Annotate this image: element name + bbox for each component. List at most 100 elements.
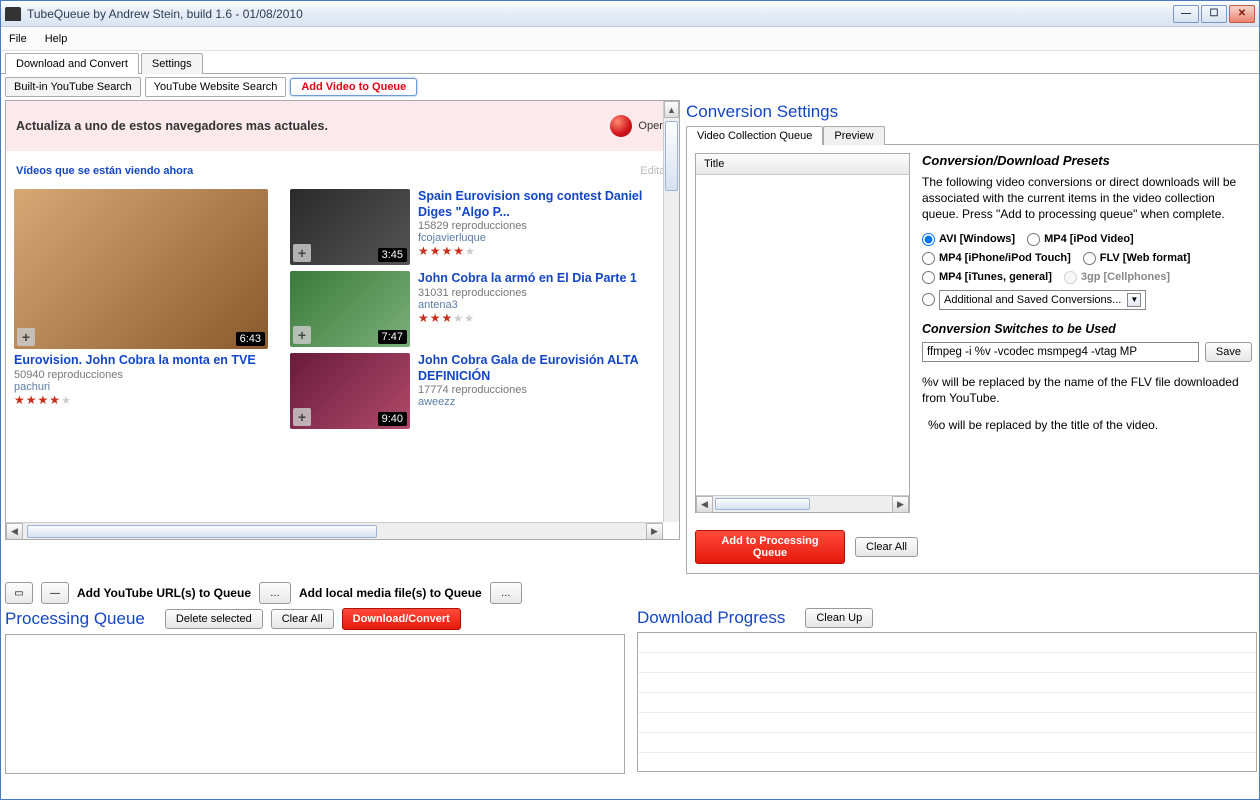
add-video-to-queue-button[interactable]: Add Video to Queue xyxy=(290,78,417,96)
search-tabs-row: Built-in YouTube Search YouTube Website … xyxy=(1,74,1259,100)
download-convert-button[interactable]: Download/Convert xyxy=(342,608,461,630)
add-local-browse-button[interactable]: … xyxy=(490,582,522,604)
vertical-scrollbar[interactable]: ▲ xyxy=(663,101,679,522)
video-thumbnail[interactable]: + 3:45 xyxy=(290,189,410,265)
browser-upgrade-banner: Actualiza a uno de estos navegadores mas… xyxy=(6,101,679,151)
menu-help[interactable]: Help xyxy=(45,33,68,45)
titlebar: TubeQueue by Andrew Stein, build 1.6 - 0… xyxy=(1,1,1259,27)
video-thumbnail[interactable]: + 9:40 xyxy=(290,353,410,429)
video-rating: ★★★★★ xyxy=(418,311,671,325)
videos-watching-now-heading: Vídeos que se están viendo ahora xyxy=(16,165,193,177)
radio-avi-windows[interactable] xyxy=(922,233,935,246)
video-duration: 7:47 xyxy=(378,330,407,344)
processing-queue-panel: Processing Queue Delete selected Clear A… xyxy=(5,608,625,774)
scroll-left-arrow[interactable]: ◀ xyxy=(696,496,713,513)
radio-flv-label[interactable]: FLV [Web format] xyxy=(1100,252,1191,264)
video-duration: 6:43 xyxy=(236,332,265,346)
scroll-thumb[interactable] xyxy=(27,525,377,538)
collapse-button[interactable]: ▭ xyxy=(5,582,33,604)
processing-queue-heading: Processing Queue xyxy=(5,609,145,629)
queue-horizontal-scrollbar[interactable]: ◀ ▶ xyxy=(696,495,909,512)
add-url-browse-button[interactable]: … xyxy=(259,582,291,604)
add-local-label: Add local media file(s) to Queue xyxy=(299,586,482,600)
delete-selected-button[interactable]: Delete selected xyxy=(165,609,263,629)
add-icon[interactable]: + xyxy=(293,244,311,262)
radio-flv[interactable] xyxy=(1083,252,1096,265)
video-views: 31031 reproducciones xyxy=(418,287,671,299)
add-to-processing-queue-button[interactable]: Add to Processing Queue xyxy=(695,530,845,564)
presets-heading: Conversion/Download Presets xyxy=(922,153,1252,168)
subtab-builtin-search[interactable]: Built-in YouTube Search xyxy=(5,77,141,97)
scroll-right-arrow[interactable]: ▶ xyxy=(646,523,663,540)
video-thumbnail[interactable]: + 7:47 xyxy=(290,271,410,347)
radio-mp4-iphone-label[interactable]: MP4 [iPhone/iPod Touch] xyxy=(939,252,1071,264)
video-thumbnail[interactable]: + 6:43 xyxy=(14,189,268,349)
tab-settings[interactable]: Settings xyxy=(141,53,203,74)
scroll-thumb[interactable] xyxy=(715,498,810,510)
add-queue-row: ▭ — Add YouTube URL(s) to Queue … Add lo… xyxy=(1,574,1259,608)
clean-up-button[interactable]: Clean Up xyxy=(805,608,873,628)
radio-mp4-iphone[interactable] xyxy=(922,252,935,265)
video-title[interactable]: Eurovision. John Cobra la monta en TVE xyxy=(14,353,274,369)
processing-queue-list[interactable] xyxy=(5,634,625,774)
video-title[interactable]: Spain Eurovision song contest Daniel Dig… xyxy=(418,189,671,220)
download-progress-list[interactable] xyxy=(637,632,1257,772)
switches-help-o: %o will be replaced by the title of the … xyxy=(928,417,1252,434)
add-icon[interactable]: + xyxy=(293,408,311,426)
tab-download-convert[interactable]: Download and Convert xyxy=(5,53,139,74)
switches-help-v: %v will be replaced by the name of the F… xyxy=(922,374,1252,408)
clear-processing-button[interactable]: Clear All xyxy=(271,609,334,629)
queue-column-title: Title xyxy=(696,154,909,175)
scroll-left-arrow[interactable]: ◀ xyxy=(6,523,23,540)
close-button[interactable]: ✕ xyxy=(1229,5,1255,23)
main-tabs: Download and Convert Settings xyxy=(1,51,1259,74)
video-duration: 3:45 xyxy=(378,248,407,262)
scroll-thumb[interactable] xyxy=(665,121,678,191)
save-switches-button[interactable]: Save xyxy=(1205,342,1252,362)
conversion-switches-input[interactable] xyxy=(922,342,1199,362)
download-progress-panel: Download Progress Clean Up xyxy=(637,608,1257,774)
subtab-website-search[interactable]: YouTube Website Search xyxy=(145,77,287,97)
add-icon[interactable]: + xyxy=(17,328,35,346)
tab-video-collection-queue[interactable]: Video Collection Queue xyxy=(686,126,823,145)
maximize-button[interactable]: ☐ xyxy=(1201,5,1227,23)
tab-preview[interactable]: Preview xyxy=(823,126,884,145)
horizontal-scrollbar[interactable]: ◀ ▶ xyxy=(6,522,663,539)
banner-message: Actualiza a uno de estos navegadores mas… xyxy=(16,119,328,134)
clear-all-queue-button[interactable]: Clear All xyxy=(855,537,918,557)
conversion-settings-heading: Conversion Settings xyxy=(686,100,1260,126)
radio-mp4-ipod-label[interactable]: MP4 [iPod Video] xyxy=(1044,233,1134,245)
radio-avi-label[interactable]: AVI [Windows] xyxy=(939,233,1015,245)
add-url-label: Add YouTube URL(s) to Queue xyxy=(77,586,251,600)
radio-additional[interactable] xyxy=(922,293,935,306)
video-rating: ★★★★★ xyxy=(418,244,671,258)
video-user[interactable]: antena3 xyxy=(418,299,671,311)
radio-mp4-ipod[interactable] xyxy=(1027,233,1040,246)
video-rating: ★★★★★ xyxy=(14,393,274,407)
video-title[interactable]: John Cobra la armó en El Dia Parte 1 xyxy=(418,271,671,287)
radio-mp4-itunes[interactable] xyxy=(922,271,935,284)
presets-description: The following video conversions or direc… xyxy=(922,174,1252,223)
radio-mp4-itunes-label[interactable]: MP4 [iTunes, general] xyxy=(939,271,1052,283)
chevron-down-icon: ▼ xyxy=(1127,293,1141,307)
radio-3gp xyxy=(1064,271,1077,284)
scroll-right-arrow[interactable]: ▶ xyxy=(892,496,909,513)
video-title[interactable]: John Cobra Gala de Eurovisión ALTA DEFIN… xyxy=(418,353,671,384)
menu-file[interactable]: File xyxy=(9,33,27,45)
opera-link[interactable]: Opera xyxy=(610,115,669,137)
video-views: 50940 reproducciones xyxy=(14,369,274,381)
additional-conversions-dropdown[interactable]: Additional and Saved Conversions... ▼ xyxy=(939,290,1146,310)
opera-icon xyxy=(610,115,632,137)
youtube-browser-pane: Actualiza a uno de estos navegadores mas… xyxy=(5,100,680,540)
video-user[interactable]: aweezz xyxy=(418,396,671,408)
menu-bar: File Help xyxy=(1,27,1259,51)
video-collection-queue-list[interactable]: Title ◀ ▶ xyxy=(695,153,910,513)
scroll-up-arrow[interactable]: ▲ xyxy=(664,101,679,118)
video-duration: 9:40 xyxy=(378,412,407,426)
add-icon[interactable]: + xyxy=(293,326,311,344)
radio-3gp-label: 3gp [Cellphones] xyxy=(1081,271,1170,283)
video-user[interactable]: fcojavierluque xyxy=(418,232,671,244)
expand-button[interactable]: — xyxy=(41,582,69,604)
video-user[interactable]: pachuri xyxy=(14,381,274,393)
minimize-button[interactable]: — xyxy=(1173,5,1199,23)
